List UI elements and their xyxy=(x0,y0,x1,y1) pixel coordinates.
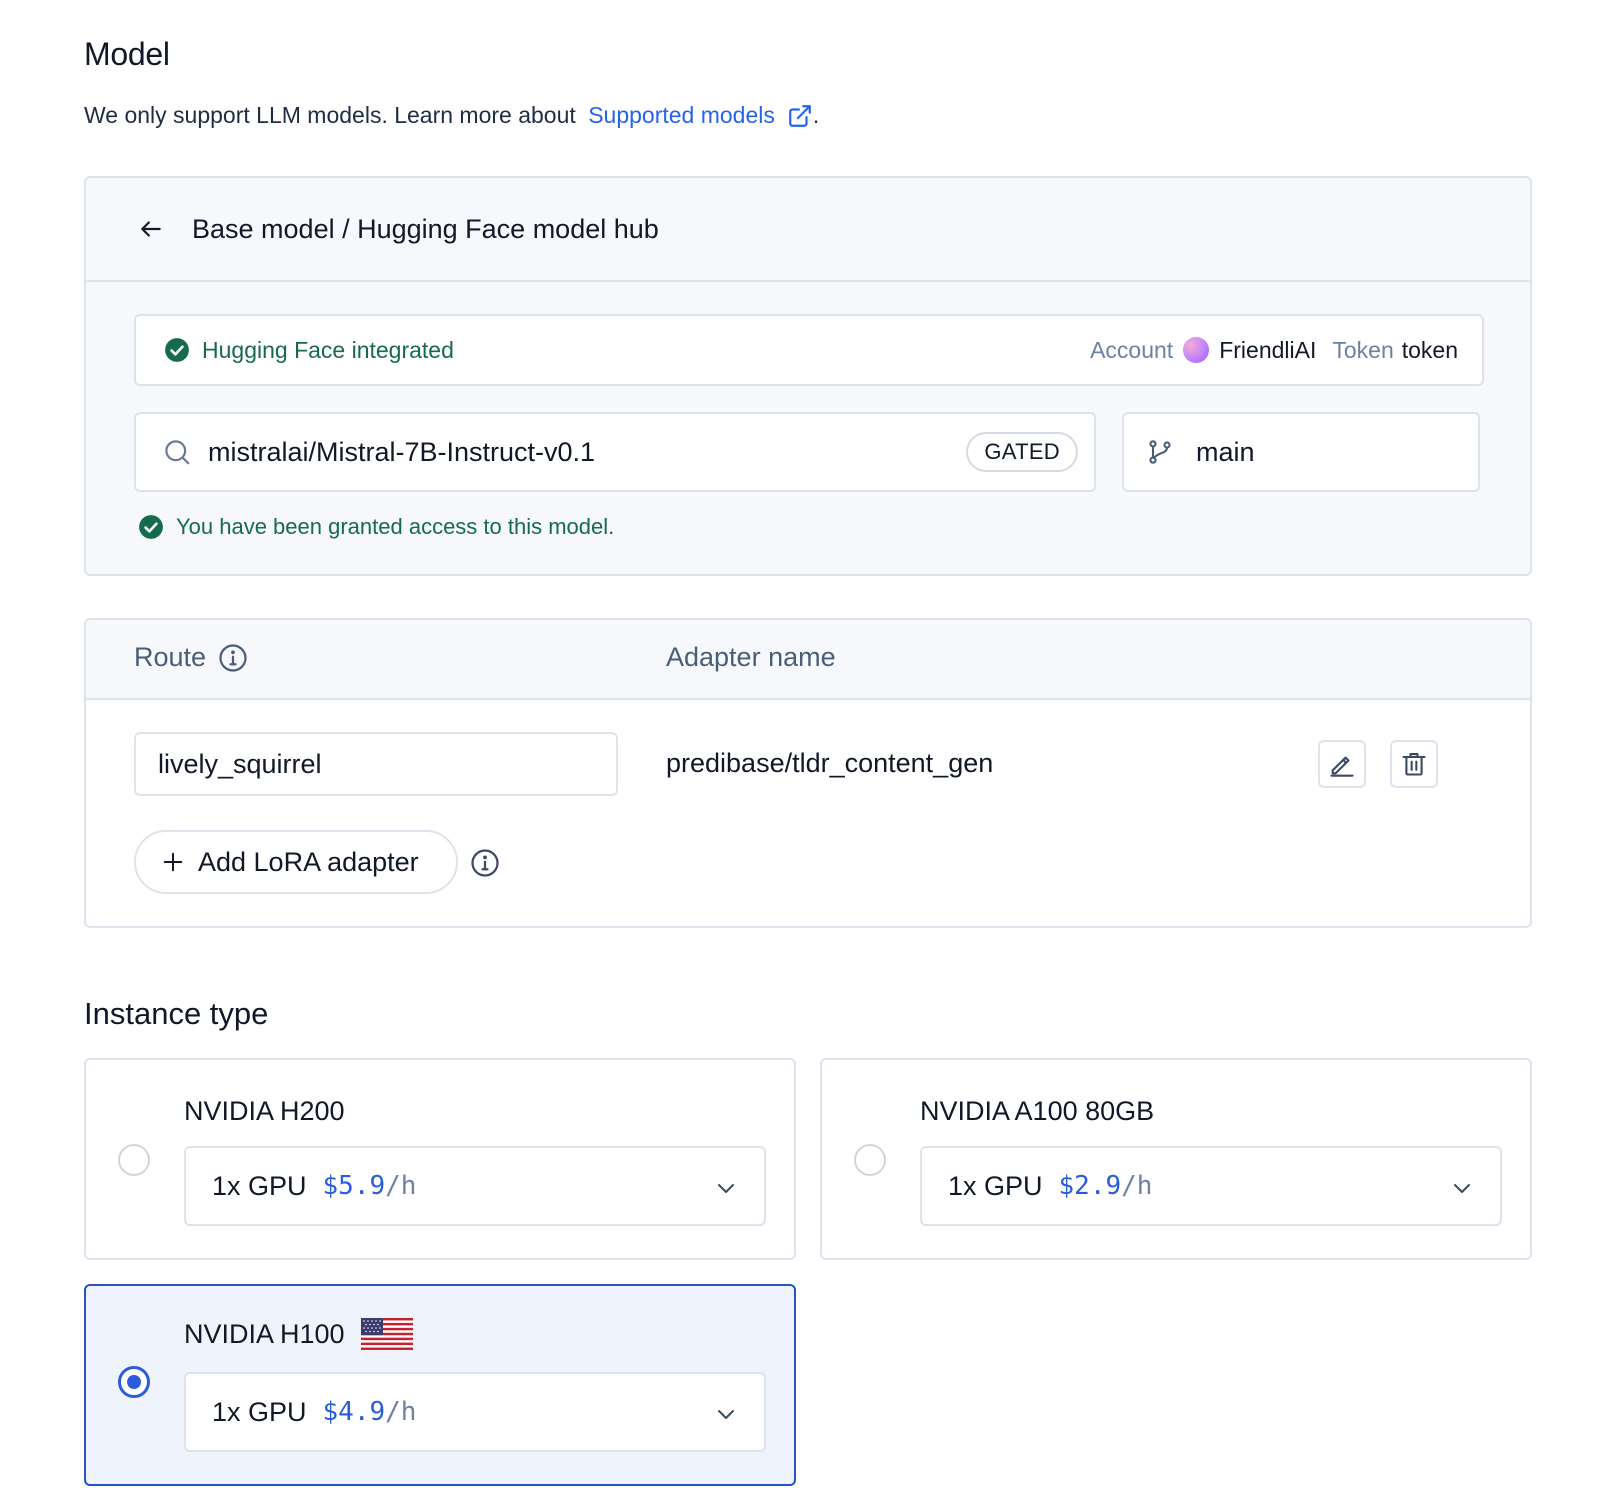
price-value: $2.9 xyxy=(1058,1171,1122,1201)
model-search-input[interactable]: mistralai/Mistral-7B-Instruct-v0.1 GATED xyxy=(134,412,1096,492)
integration-status: Hugging Face integrated xyxy=(164,337,454,364)
external-link-icon xyxy=(789,104,811,127)
instance-radio-selected[interactable] xyxy=(118,1366,150,1398)
git-branch-icon xyxy=(1149,440,1171,464)
route-header-label: Route xyxy=(134,642,207,672)
back-arrow-icon[interactable] xyxy=(138,216,164,242)
supported-models-link[interactable]: Supported models xyxy=(588,102,813,129)
chevron-down-icon xyxy=(718,1184,734,1193)
token-label: Token xyxy=(1332,336,1394,363)
gpu-count-select[interactable]: 1x GPU $4.9/h xyxy=(184,1372,766,1452)
instance-card-h100[interactable]: NVIDIA H100 1x GPU $4.9/h xyxy=(84,1284,796,1486)
base-model-header: Base model / Hugging Face model hub xyxy=(86,178,1530,282)
instance-radio[interactable] xyxy=(854,1144,886,1176)
gpu-count-select[interactable]: 1x GPU $2.9/h xyxy=(920,1146,1502,1226)
route-input[interactable]: lively_squirrel xyxy=(134,732,618,796)
adapter-name: predibase/tldr_content_gen xyxy=(666,748,994,778)
adapter-table-header: Route Adapter name xyxy=(86,620,1530,700)
chevron-down-icon xyxy=(1454,1184,1470,1193)
price-value: $5.9 xyxy=(322,1171,386,1201)
chevron-down-icon xyxy=(718,1410,734,1419)
access-granted-text: You have been granted access to this mod… xyxy=(176,514,615,539)
price-unit: /h xyxy=(385,1397,417,1427)
model-section-title: Model xyxy=(84,36,170,72)
check-circle-icon xyxy=(165,338,189,362)
account-name: FriendliAI xyxy=(1219,336,1317,363)
adapter-panel: Route Adapter name lively_squirrel predi… xyxy=(84,618,1532,928)
add-lora-adapter-button[interactable]: Add LoRA adapter xyxy=(134,830,458,894)
account-info: Account FriendliAI Token token xyxy=(1090,337,1458,364)
pencil-icon xyxy=(1330,756,1354,777)
plus-icon xyxy=(163,852,183,872)
instance-card-h200[interactable]: NVIDIA H200 1x GPU $5.9/h xyxy=(84,1058,796,1260)
token-value: token xyxy=(1401,336,1458,363)
us-flag-icon xyxy=(360,1318,413,1350)
search-icon xyxy=(165,440,190,465)
price-value: $4.9 xyxy=(322,1397,386,1427)
instance-name: NVIDIA H200 xyxy=(184,1096,345,1126)
access-granted-message: You have been granted access to this mod… xyxy=(138,514,614,540)
model-subtitle: We only support LLM models. Learn more a… xyxy=(84,102,819,129)
subtitle-suffix: . xyxy=(812,102,820,128)
gpu-count: 1x GPU xyxy=(212,1170,307,1201)
subtitle-text: We only support LLM models. Learn more a… xyxy=(84,102,583,128)
trash-icon xyxy=(1402,753,1426,776)
price-unit: /h xyxy=(385,1171,417,1201)
instance-name: NVIDIA A100 80GB xyxy=(920,1096,1155,1126)
info-icon[interactable] xyxy=(218,643,248,673)
avatar xyxy=(1183,337,1210,363)
base-model-panel: Base model / Hugging Face model hub Hugg… xyxy=(84,176,1532,576)
edit-adapter-button[interactable] xyxy=(1318,740,1366,788)
branch-value: main xyxy=(1196,436,1255,467)
instance-card-a100[interactable]: NVIDIA A100 80GB 1x GPU $2.9/h xyxy=(820,1058,1532,1260)
info-icon[interactable] xyxy=(470,848,500,878)
huggingface-integration-bar: Hugging Face integrated Account Friendli… xyxy=(134,314,1484,386)
check-circle-icon xyxy=(139,515,163,539)
instance-name: NVIDIA H100 xyxy=(184,1318,345,1349)
integration-status-label: Hugging Face integrated xyxy=(202,336,454,363)
account-label: Account xyxy=(1090,336,1174,363)
add-lora-adapter-label: Add LoRA adapter xyxy=(198,846,419,877)
route-column-header: Route xyxy=(134,642,248,673)
instance-name-row: NVIDIA H100 xyxy=(184,1318,413,1350)
gpu-count-select[interactable]: 1x GPU $5.9/h xyxy=(184,1146,766,1226)
adapter-column-header: Adapter name xyxy=(666,642,836,672)
gpu-count: 1x GPU xyxy=(212,1396,307,1427)
instance-type-title: Instance type xyxy=(84,996,269,1031)
model-search-value: mistralai/Mistral-7B-Instruct-v0.1 xyxy=(208,436,596,467)
instance-radio[interactable] xyxy=(118,1144,150,1176)
price-unit: /h xyxy=(1121,1171,1153,1201)
delete-adapter-button[interactable] xyxy=(1390,740,1438,788)
breadcrumb: Base model / Hugging Face model hub xyxy=(192,213,659,244)
gpu-count: 1x GPU xyxy=(948,1170,1043,1201)
branch-selector[interactable]: main xyxy=(1122,412,1480,492)
gated-badge: GATED xyxy=(966,432,1078,472)
supported-models-link-label: Supported models xyxy=(588,102,775,128)
